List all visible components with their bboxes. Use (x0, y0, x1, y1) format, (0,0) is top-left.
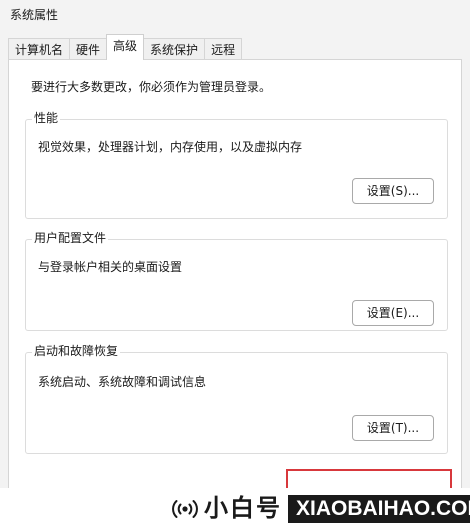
performance-settings-button[interactable]: 设置(S)... (352, 178, 434, 204)
advanced-tab-panel: 要进行大多数更改，你必须作为管理员登录。 性能 视觉效果，处理器计划，内存使用，… (8, 59, 462, 530)
tab-strip: 计算机名 硬件 高级 系统保护 远程 (8, 34, 243, 60)
system-properties-dialog: 系统属性 计算机名 硬件 高级 系统保护 远程 要进行大多数更改，你必须作为管理… (0, 0, 470, 530)
tab-remote[interactable]: 远程 (204, 38, 243, 60)
performance-group: 性能 视觉效果，处理器计划，内存使用，以及虚拟内存 设置(S)... (25, 109, 448, 219)
startup-recovery-group: 启动和故障恢复 系统启动、系统故障和调试信息 设置(T)... (25, 342, 448, 454)
startup-recovery-settings-button[interactable]: 设置(T)... (352, 415, 434, 441)
performance-group-title: 性能 (32, 109, 61, 126)
watermark-text-en: XIAOBAIHAO.COM (288, 495, 470, 523)
user-profiles-description: 与登录帐户相关的桌面设置 (38, 260, 183, 274)
tab-computer-name[interactable]: 计算机名 (8, 38, 71, 60)
user-profiles-settings-button[interactable]: 设置(E)... (352, 300, 434, 326)
tab-advanced[interactable]: 高级 (106, 34, 145, 60)
performance-description: 视觉效果，处理器计划，内存使用，以及虚拟内存 (38, 140, 303, 154)
window-title: 系统属性 (10, 8, 59, 22)
startup-recovery-group-title: 启动和故障恢复 (32, 342, 121, 359)
tab-hardware[interactable]: 硬件 (69, 38, 108, 60)
title-bar[interactable]: 系统属性 (0, 0, 470, 30)
signal-broadcast-icon (172, 500, 198, 518)
tab-system-protection[interactable]: 系统保护 (143, 38, 206, 60)
startup-recovery-description: 系统启动、系统故障和调试信息 (38, 375, 207, 389)
admin-notice: 要进行大多数更改，你必须作为管理员登录。 (31, 80, 272, 94)
user-profiles-group-title: 用户配置文件 (32, 229, 109, 246)
user-profiles-group: 用户配置文件 与登录帐户相关的桌面设置 设置(E)... (25, 229, 448, 331)
watermark-text-cn: 小白号 (204, 494, 282, 522)
watermark-bar: 小白号 XIAOBAIHAO.COM (0, 488, 470, 530)
